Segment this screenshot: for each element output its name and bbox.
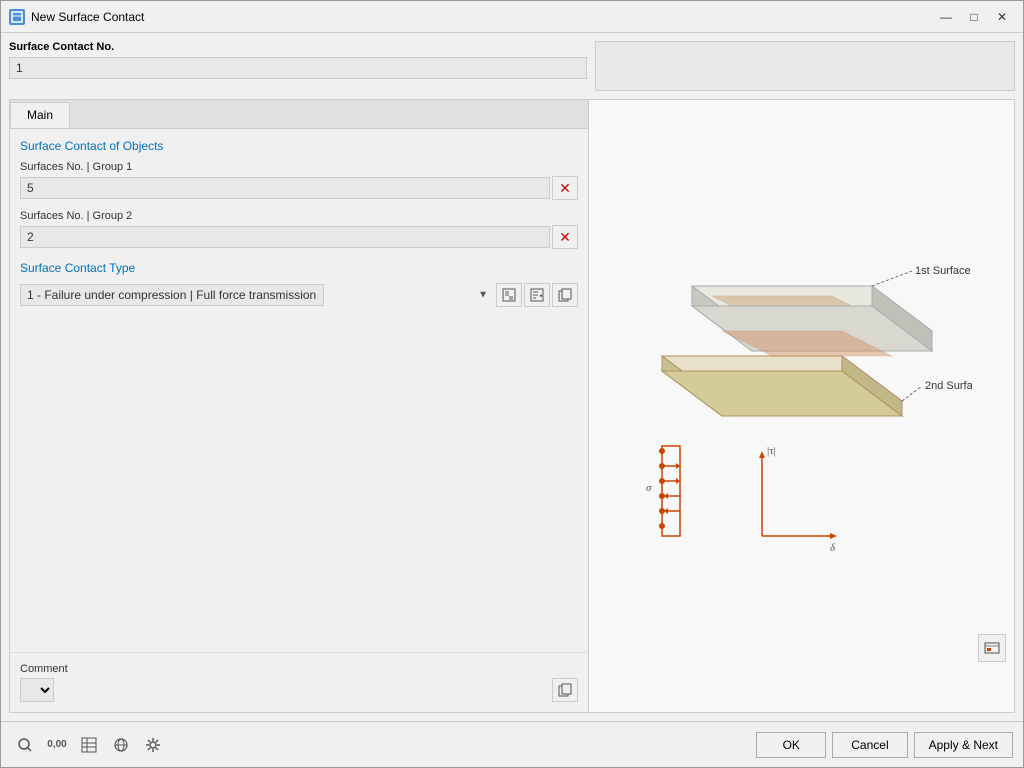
comment-select[interactable] (20, 678, 54, 702)
ok-button[interactable]: OK (756, 732, 826, 758)
type-btn-2[interactable] (524, 283, 550, 307)
section-objects-header: Surface Contact of Objects (20, 139, 578, 153)
force-diagram-svg: σ |τ| δ (632, 436, 972, 556)
type-dropdown-wrapper: 1 - Failure under compression | Full for… (20, 284, 494, 306)
diagram-area: 1st Surface 2nd Surface (599, 256, 1004, 556)
type-select[interactable]: 1 - Failure under compression | Full for… (20, 284, 324, 306)
bottom-left-tools: 0,00 (11, 731, 167, 759)
group1-input[interactable] (20, 177, 550, 199)
comment-copy-button[interactable] (552, 678, 578, 702)
window-title: New Surface Contact (31, 10, 933, 24)
top-section: Surface Contact No. (1, 33, 1023, 99)
comment-copy-icon (558, 683, 572, 697)
settings-tool-button[interactable] (139, 731, 167, 759)
tab-main[interactable]: Main (10, 102, 70, 128)
close-button[interactable]: ✕ (989, 7, 1015, 27)
top-right-panel (595, 41, 1015, 91)
minimize-button[interactable]: — (933, 7, 959, 27)
type-btn-3[interactable] (552, 283, 578, 307)
contact-no-label: Surface Contact No. (9, 41, 587, 53)
svg-text:|τ|: |τ| (767, 445, 776, 457)
table-tool-button[interactable] (75, 731, 103, 759)
contact-no-input[interactable] (9, 57, 587, 79)
bottom-bar: 0,00 (1, 721, 1023, 767)
surface-diagram-svg: 1st Surface 2nd Surface (632, 256, 972, 426)
search-icon (17, 737, 33, 753)
group2-label: Surfaces No. | Group 2 (20, 210, 578, 222)
svg-text:δ: δ (830, 542, 836, 554)
form-area: Surface Contact of Objects Surfaces No. … (10, 129, 588, 652)
svg-text:1st Surface: 1st Surface (915, 265, 971, 277)
cursor-icon-2: ✕ (559, 229, 571, 246)
main-window: New Surface Contact — □ ✕ Surface Contac… (0, 0, 1024, 768)
cancel-button[interactable]: Cancel (832, 732, 907, 758)
group2-input[interactable] (20, 226, 550, 248)
cursor-icon: ✕ (559, 180, 571, 197)
comment-row (20, 678, 578, 702)
number-tool-button[interactable]: 0,00 (43, 731, 71, 759)
type-btn-1[interactable] (496, 283, 522, 307)
group1-label: Surfaces No. | Group 1 (20, 161, 578, 173)
globe-tool-button[interactable] (107, 731, 135, 759)
group2-field: Surfaces No. | Group 2 ✕ (20, 210, 578, 249)
diagram-action-btn[interactable] (978, 634, 1006, 662)
right-panel: 1st Surface 2nd Surface (589, 99, 1015, 713)
force-diagram: σ |τ| δ (632, 436, 972, 556)
section-type-header: Surface Contact Type (20, 261, 578, 275)
comment-section: Comment (10, 652, 588, 712)
apply-next-button[interactable]: Apply & Next (914, 732, 1013, 758)
table-icon (81, 737, 97, 753)
group1-row: ✕ (20, 176, 578, 200)
dropdown-arrow-icon: ▼ (478, 290, 488, 301)
title-bar: New Surface Contact — □ ✕ (1, 1, 1023, 33)
middle-section: Main Surface Contact of Objects Surfaces… (1, 99, 1023, 721)
group2-row: ✕ (20, 225, 578, 249)
type-dropdown-row: 1 - Failure under compression | Full for… (20, 283, 578, 307)
svg-text:σ: σ (646, 482, 652, 494)
surface-3d-diagram: 1st Surface 2nd Surface (632, 256, 972, 426)
maximize-button[interactable]: □ (961, 7, 987, 27)
main-content: Surface Contact No. Main Surface Contact… (1, 33, 1023, 767)
gear-icon (145, 737, 161, 753)
contact-no-section: Surface Contact No. (9, 41, 587, 91)
group1-field: Surfaces No. | Group 1 ✕ (20, 161, 578, 200)
search-tool-button[interactable] (11, 731, 39, 759)
group2-select-button[interactable]: ✕ (552, 225, 578, 249)
diagram-edit-button[interactable] (978, 634, 1006, 662)
svg-text:2nd Surface: 2nd Surface (925, 380, 972, 392)
new-icon (502, 288, 516, 302)
edit-icon (530, 288, 544, 302)
number-icon: 0,00 (47, 739, 66, 750)
contact-type-section: Surface Contact Type 1 - Failure under c… (20, 261, 578, 307)
diagram-edit-icon (984, 640, 1000, 656)
comment-label: Comment (20, 663, 578, 675)
window-controls: — □ ✕ (933, 7, 1015, 27)
globe-icon (113, 737, 129, 753)
copy-icon (558, 288, 572, 302)
window-icon (9, 9, 25, 25)
left-panel: Main Surface Contact of Objects Surfaces… (9, 99, 589, 713)
comment-dropdown-wrapper (20, 678, 550, 702)
group1-select-button[interactable]: ✕ (552, 176, 578, 200)
bottom-right-buttons: OK Cancel Apply & Next (756, 732, 1013, 758)
tab-bar: Main (10, 100, 588, 129)
